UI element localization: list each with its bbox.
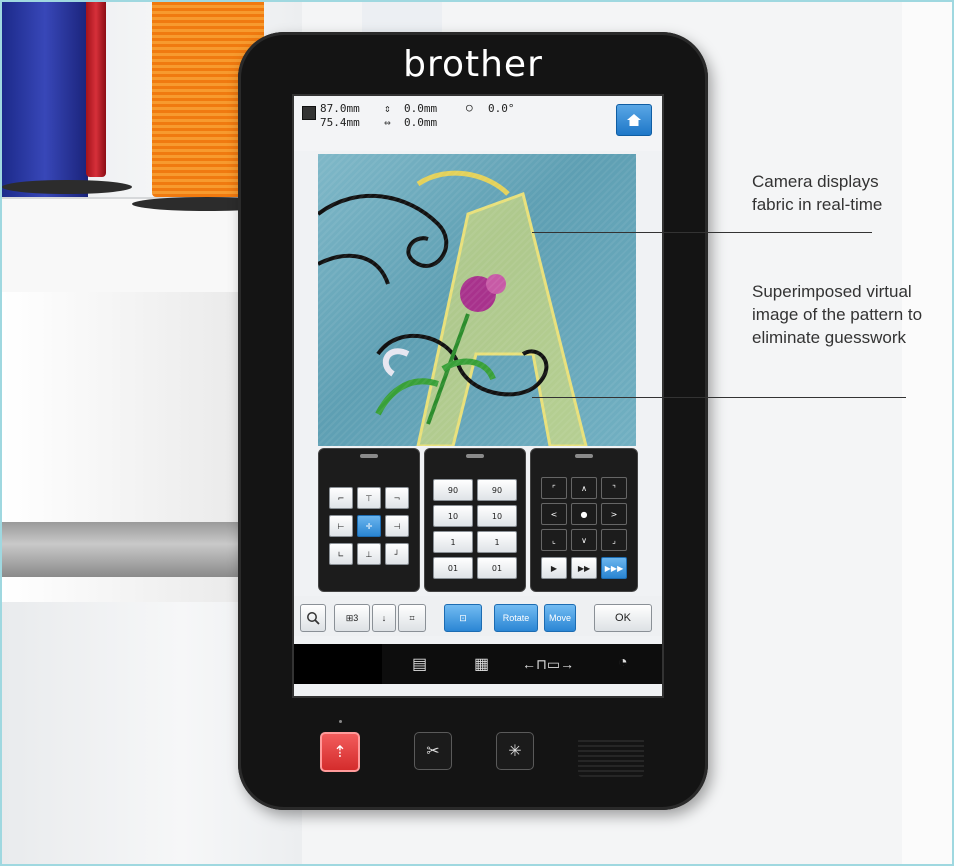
rotation-icon: ○: [466, 101, 473, 114]
move-panel: ⌜ ∧ ⌝ < ● > ⌞ ∨ ⌟ ▶ ▶▶ ▶▶▶: [530, 448, 638, 592]
document-icon[interactable]: ▤: [412, 654, 427, 674]
needle-position-button[interactable]: ↓: [372, 604, 396, 632]
machine-arm: [2, 522, 252, 577]
align-top-left-button[interactable]: ⌐: [329, 487, 353, 509]
start-stop-button[interactable]: ⇡: [320, 732, 360, 772]
move-speed-fast-button[interactable]: ▶▶▶: [601, 557, 627, 579]
align-bottom-button[interactable]: ⊥: [357, 543, 381, 565]
align-bottom-right-button[interactable]: ┘: [385, 543, 409, 565]
screen-bottom-bar: ▤ ▦ ←⊓▭→ ◔: [294, 644, 662, 684]
vertical-arrow-icon: ⇕: [384, 102, 391, 115]
align-center-button[interactable]: ✛: [357, 515, 381, 537]
spool-ring: [2, 180, 132, 194]
status-led: [339, 720, 342, 723]
move-up-right-button[interactable]: ⌝: [601, 477, 627, 499]
move-down-right-button[interactable]: ⌟: [601, 529, 627, 551]
rotate-ccw-1-button[interactable]: 1: [433, 531, 473, 553]
zoom-button[interactable]: [300, 604, 326, 632]
vertical-offset: 0.0mm: [404, 102, 438, 115]
move-up-left-button[interactable]: ⌜: [541, 477, 567, 499]
align-top-button[interactable]: ⊤: [357, 487, 381, 509]
panel-handle[interactable]: [575, 454, 593, 458]
grid-count-button[interactable]: ⊞ 3: [334, 604, 370, 632]
needle-icon: ✳: [508, 743, 522, 760]
needle-threading-button[interactable]: ✳: [496, 732, 534, 770]
move-center-button[interactable]: ●: [571, 503, 597, 525]
control-panel-device: brother 87.0mm 75.4mm ⇕ ⇔ 0.0mm 0.0mm ○ …: [238, 32, 708, 810]
horizontal-arrow-icon: ⇔: [384, 116, 391, 129]
frame-trace-button[interactable]: ⌗: [398, 604, 426, 632]
rotate-ccw-01-button[interactable]: 01: [433, 557, 473, 579]
red-thread-spool: [86, 2, 106, 177]
align-left-button[interactable]: ⊢: [329, 515, 353, 537]
rotate-cw-01-button[interactable]: 01: [477, 557, 517, 579]
move-speed-medium-button[interactable]: ▶▶: [571, 557, 597, 579]
pattern-width: 87.0mm: [320, 102, 360, 115]
zoom-icon: [307, 612, 320, 625]
superimposed-pattern: [318, 170, 588, 446]
status-bar: 87.0mm 75.4mm ⇕ ⇔ 0.0mm 0.0mm ○ 0.0°: [294, 96, 662, 151]
superimposed-annotation: Superimposed virtual image of the patter…: [752, 282, 923, 347]
rotate-cw-10-button[interactable]: 10: [477, 505, 517, 527]
move-button[interactable]: Move: [544, 604, 576, 632]
hoop-icon[interactable]: ▦: [474, 654, 489, 674]
bottom-toolbar: ⊞ 3 ↓ ⌗ ⊡ Rotate Move OK: [294, 596, 662, 636]
size-icon: [302, 106, 316, 120]
rotate-cw-1-button[interactable]: 1: [477, 531, 517, 553]
touch-screen[interactable]: 87.0mm 75.4mm ⇕ ⇔ 0.0mm 0.0mm ○ 0.0° ⌐ ⊤…: [292, 94, 664, 698]
image-frame: brother 87.0mm 75.4mm ⇕ ⇔ 0.0mm 0.0mm ○ …: [0, 0, 954, 866]
move-speed-slow-button[interactable]: ▶: [541, 557, 567, 579]
move-up-button[interactable]: ∧: [571, 477, 597, 499]
camera-annotation: Camera displays fabric in real-time: [752, 172, 883, 214]
brand-logo: brother: [403, 44, 543, 85]
superimposed-annotation-line: [532, 397, 906, 398]
rotate-ccw-10-button[interactable]: 10: [433, 505, 473, 527]
horizontal-offset: 0.0mm: [404, 116, 438, 129]
bottom-bar-blank: [294, 644, 382, 684]
grid-icon: ⊞: [345, 612, 354, 623]
move-down-left-button[interactable]: ⌞: [541, 529, 567, 551]
rotate-button[interactable]: Rotate: [494, 604, 538, 632]
rotate-cw-90-button[interactable]: 90: [477, 479, 517, 501]
panel-handle[interactable]: [360, 454, 378, 458]
thread-cutter-button[interactable]: ✂: [414, 732, 452, 770]
presser-foot-icon[interactable]: ←⊓▭→: [522, 656, 574, 673]
move-left-button[interactable]: <: [541, 503, 567, 525]
pattern-height: 75.4mm: [320, 116, 360, 129]
rotate-panel: 90 90 10 10 1 1 01 01: [424, 448, 526, 592]
home-button[interactable]: [616, 104, 652, 136]
rotate-ccw-90-button[interactable]: 90: [433, 479, 473, 501]
blue-thread-spool: [2, 2, 88, 202]
camera-annotation-line: [532, 232, 872, 233]
panel-handle[interactable]: [466, 454, 484, 458]
move-right-button[interactable]: >: [601, 503, 627, 525]
camera-view[interactable]: [318, 154, 636, 446]
scan-button[interactable]: ⊡: [444, 604, 482, 632]
clock-icon[interactable]: ◔: [618, 654, 628, 672]
move-down-button[interactable]: ∨: [571, 529, 597, 551]
alignment-panel: ⌐ ⊤ ¬ ⊢ ✛ ⊣ ∟ ⊥ ┘: [318, 448, 420, 592]
align-right-button[interactable]: ⊣: [385, 515, 409, 537]
background-right: [902, 2, 952, 864]
speaker-grille: [578, 737, 644, 777]
ok-button[interactable]: OK: [594, 604, 652, 632]
home-icon: [627, 114, 641, 126]
rotation-angle: 0.0°: [488, 102, 515, 115]
align-top-right-button[interactable]: ¬: [385, 487, 409, 509]
start-stop-icon: ⇡: [333, 744, 347, 761]
align-bottom-left-button[interactable]: ∟: [329, 543, 353, 565]
edit-panels: ⌐ ⊤ ¬ ⊢ ✛ ⊣ ∟ ⊥ ┘ 90 90 10 10 1 1 01 01 …: [318, 448, 638, 592]
scissors-icon: ✂: [426, 743, 440, 760]
